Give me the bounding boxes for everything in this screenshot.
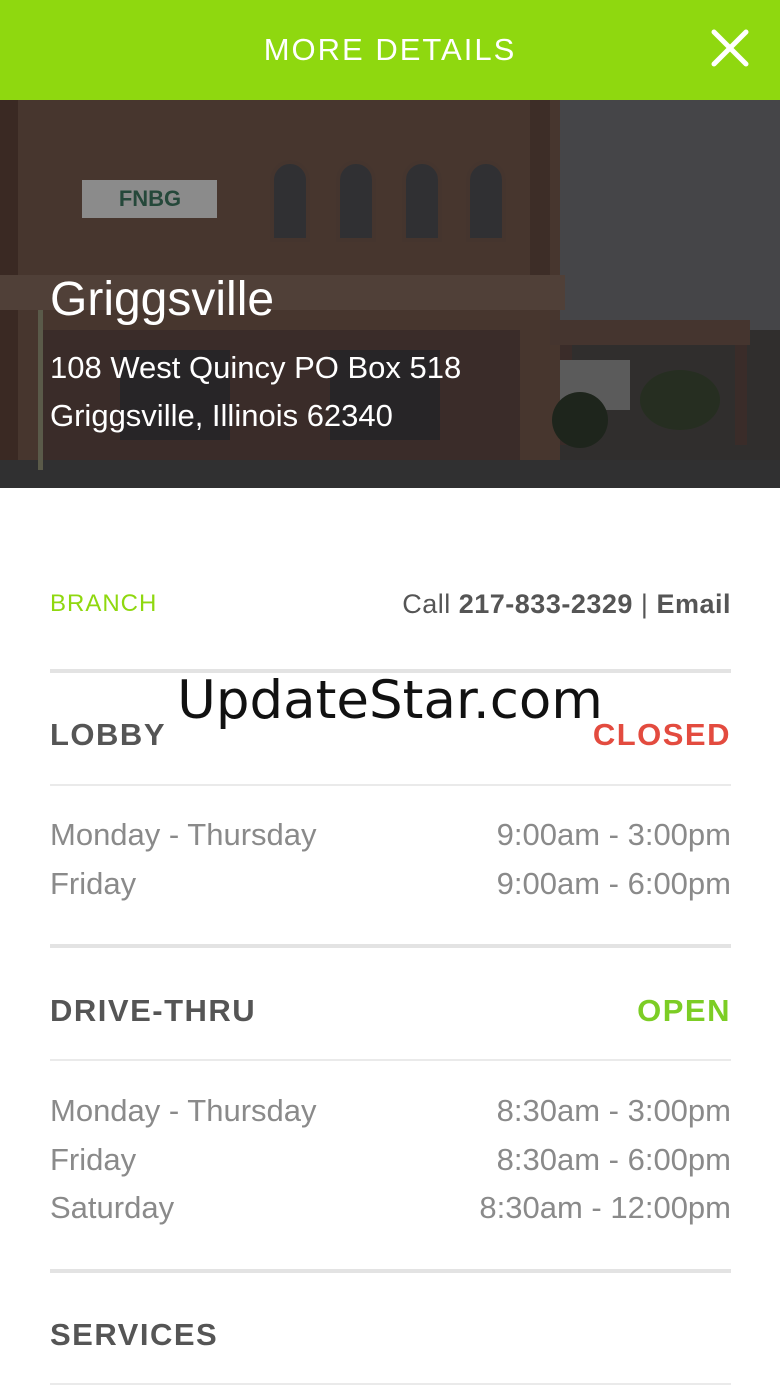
services-header[interactable]: SERVICES	[50, 1315, 731, 1355]
address-line-2: Griggsville, Illinois 62340	[50, 398, 393, 433]
divider	[50, 1059, 731, 1061]
lobby-title: LOBBY	[50, 717, 166, 752]
hours-day: Friday	[50, 866, 137, 901]
email-link[interactable]: Email	[656, 589, 731, 619]
hours-time: 8:30am - 12:00pm	[479, 1190, 731, 1225]
branch-label: BRANCH	[50, 590, 158, 617]
lobby-status-badge: CLOSED	[592, 717, 731, 752]
drive-thru-title: DRIVE-THRU	[50, 993, 257, 1028]
divider	[50, 1383, 731, 1385]
header-bar: MORE DETAILS	[0, 0, 780, 100]
drive-thru-hours-row: Saturday 8:30am - 12:00pm	[50, 1188, 731, 1228]
drive-thru-header: DRIVE-THRU OPEN	[50, 991, 731, 1031]
lobby-header: LOBBY CLOSED	[50, 715, 731, 755]
hours-time: 9:00am - 6:00pm	[496, 866, 731, 901]
call-prefix: Call	[402, 588, 451, 619]
contact-separator: |	[640, 588, 649, 619]
divider	[50, 669, 731, 673]
drive-thru-status-badge: OPEN	[637, 993, 731, 1028]
hours-time: 8:30am - 6:00pm	[496, 1142, 731, 1177]
drive-thru-hours-row: Friday 8:30am - 6:00pm	[50, 1140, 731, 1180]
lobby-hours-row: Monday - Thursday 9:00am - 3:00pm	[50, 815, 731, 855]
branch-photo: FNBG Griggsville 108 West Quincy PO Box …	[0, 100, 780, 488]
close-icon[interactable]	[710, 28, 750, 68]
lobby-hours-row: Friday 9:00am - 6:00pm	[50, 864, 731, 904]
hours-day: Friday	[50, 1142, 137, 1177]
hours-time: 9:00am - 3:00pm	[496, 817, 731, 852]
hours-time: 8:30am - 3:00pm	[496, 1093, 731, 1128]
services-title: SERVICES	[50, 1317, 219, 1352]
drive-thru-hours-row: Monday - Thursday 8:30am - 3:00pm	[50, 1091, 731, 1131]
hours-day: Saturday	[50, 1190, 175, 1225]
divider	[50, 784, 731, 786]
divider	[50, 1269, 731, 1273]
hours-day: Monday - Thursday	[50, 1093, 317, 1128]
address-line-1: 108 West Quincy PO Box 518	[50, 350, 462, 385]
contact-row: BRANCH Call 217-833-2329 | Email	[50, 586, 731, 622]
hours-day: Monday - Thursday	[50, 817, 317, 852]
contact-info: Call 217-833-2329 | Email	[402, 589, 731, 620]
phone-link[interactable]: 217-833-2329	[459, 589, 633, 619]
divider	[50, 944, 731, 948]
page-title: MORE DETAILS	[263, 32, 517, 67]
branch-name: Griggsville	[50, 273, 275, 326]
